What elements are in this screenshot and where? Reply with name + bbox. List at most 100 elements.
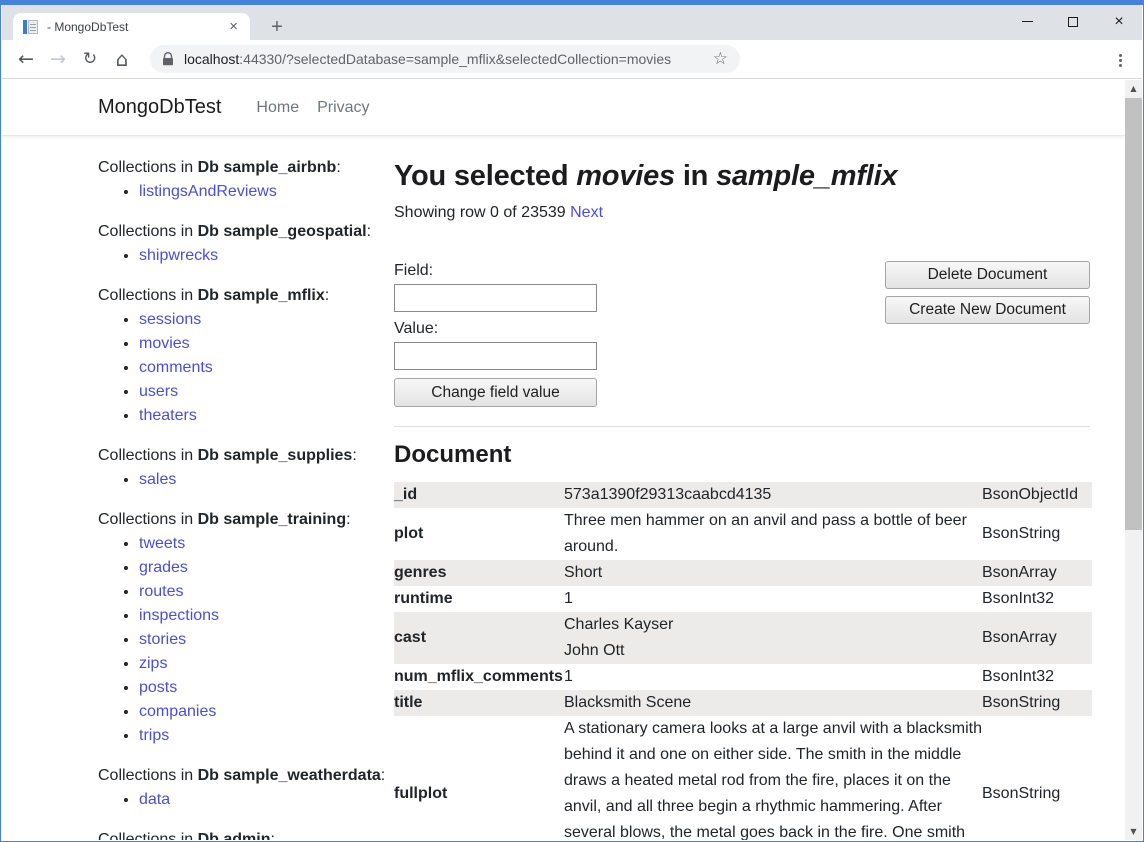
next-row-link[interactable]: Next bbox=[570, 204, 603, 221]
collection-list-item: inspections bbox=[139, 604, 394, 628]
collection-list-item: data bbox=[139, 788, 394, 812]
field-name-cell: title bbox=[394, 690, 564, 716]
document-row: _id 573a1390f29313caabcd4135 BsonObjectI… bbox=[394, 482, 1092, 508]
nav-link-privacy[interactable]: Privacy bbox=[308, 99, 378, 117]
collection-link[interactable]: comments bbox=[139, 359, 213, 376]
collections-section-heading: Collections in Db sample_geospatial: bbox=[98, 221, 394, 242]
document-heading: Document bbox=[394, 441, 1090, 469]
collection-link[interactable]: sales bbox=[139, 471, 176, 488]
field-type-cell: BsonInt32 bbox=[982, 586, 1092, 612]
field-input[interactable] bbox=[394, 284, 597, 312]
close-icon: × bbox=[1114, 14, 1123, 30]
scroll-up-icon[interactable]: ▲ bbox=[1125, 80, 1142, 97]
collection-link[interactable]: data bbox=[139, 791, 170, 808]
collections-list: shipwrecks bbox=[98, 244, 394, 268]
scroll-down-icon[interactable]: ▼ bbox=[1125, 823, 1142, 840]
collections-section: Collections in Db sample_weatherdata: da… bbox=[98, 765, 394, 812]
tab-close-icon[interactable]: × bbox=[227, 18, 240, 35]
collection-link[interactable]: tweets bbox=[139, 535, 185, 552]
document-row: num_mflix_comments 1 BsonInt32 bbox=[394, 664, 1092, 690]
reload-button[interactable]: ↻ bbox=[74, 43, 106, 75]
collection-link[interactable]: routes bbox=[139, 583, 183, 600]
bookmark-star-icon[interactable]: ☆ bbox=[713, 49, 728, 69]
change-field-value-button[interactable]: Change field value bbox=[394, 378, 597, 407]
pager-text: Showing row 0 of 23539 bbox=[394, 204, 566, 221]
collections-section: Collections in Db admin: bbox=[98, 829, 394, 840]
url-text: localhost:44330/?selectedDatabase=sample… bbox=[184, 51, 705, 67]
browser-window: - MongoDbTest × + × ← → ↻ ⌂ localhost:44… bbox=[0, 0, 1144, 842]
value-input[interactable] bbox=[394, 342, 597, 370]
collections-list: tweets grades routes inspections stories… bbox=[98, 532, 394, 748]
collection-link[interactable]: inspections bbox=[139, 607, 219, 624]
page-favicon-icon bbox=[23, 19, 39, 35]
collection-link[interactable]: posts bbox=[139, 679, 177, 696]
collection-list-item: zips bbox=[139, 652, 394, 676]
field-type-cell: BsonString bbox=[982, 508, 1092, 560]
row-pager: Showing row 0 of 23539 Next bbox=[394, 203, 1090, 222]
collection-link[interactable]: zips bbox=[139, 655, 167, 672]
document-row: fullplot A stationary camera looks at a … bbox=[394, 716, 1092, 840]
page-viewport: MongoDbTest Home Privacy Collections in … bbox=[2, 80, 1142, 840]
new-tab-button[interactable]: + bbox=[264, 14, 290, 40]
collection-list-item: tweets bbox=[139, 532, 394, 556]
collection-link[interactable]: shipwrecks bbox=[139, 247, 218, 264]
collection-list-item: stories bbox=[139, 628, 394, 652]
collection-link[interactable]: trips bbox=[139, 727, 169, 744]
collection-list-item: listingsAndReviews bbox=[139, 180, 394, 204]
home-button[interactable]: ⌂ bbox=[106, 43, 138, 75]
delete-document-button[interactable]: Delete Document bbox=[885, 261, 1090, 289]
minimize-button[interactable] bbox=[1004, 5, 1050, 38]
page-scrollbar[interactable]: ▲ ▼ bbox=[1125, 80, 1142, 840]
field-type-cell: BsonString bbox=[982, 690, 1092, 716]
collections-sidebar: Collections in Db sample_airbnb: listing… bbox=[98, 157, 394, 840]
collection-link[interactable]: grades bbox=[139, 559, 188, 576]
collection-list-item: trips bbox=[139, 724, 394, 748]
collection-link[interactable]: sessions bbox=[139, 311, 201, 328]
field-name-cell: num_mflix_comments bbox=[394, 664, 564, 690]
collections-section: Collections in Db sample_supplies: sales bbox=[98, 445, 394, 492]
address-bar[interactable]: localhost:44330/?selectedDatabase=sample… bbox=[150, 45, 740, 73]
nav-link-home[interactable]: Home bbox=[247, 99, 308, 117]
field-type-cell: BsonString bbox=[982, 716, 1092, 840]
collections-section-heading: Collections in Db sample_weatherdata: bbox=[98, 765, 394, 786]
lock-icon bbox=[162, 52, 174, 66]
collections-section: Collections in Db sample_mflix: sessions… bbox=[98, 285, 394, 428]
scrollbar-thumb[interactable] bbox=[1125, 98, 1142, 530]
tab-strip: - MongoDbTest × + × bbox=[2, 5, 1142, 40]
browser-menu-button[interactable] bbox=[1110, 50, 1130, 70]
collection-link[interactable]: listingsAndReviews bbox=[139, 183, 277, 200]
field-value-cell: 1 bbox=[564, 664, 982, 690]
field-type-cell: BsonObjectId bbox=[982, 482, 1092, 508]
field-name-cell: plot bbox=[394, 508, 564, 560]
collection-link[interactable]: companies bbox=[139, 703, 216, 720]
collection-link[interactable]: theaters bbox=[139, 407, 197, 424]
browser-tab[interactable]: - MongoDbTest × bbox=[13, 13, 250, 40]
maximize-button[interactable] bbox=[1050, 5, 1096, 38]
collections-section-heading: Collections in Db sample_mflix: bbox=[98, 285, 394, 306]
collections-section-heading: Collections in Db sample_airbnb: bbox=[98, 157, 394, 178]
collection-list-item: theaters bbox=[139, 404, 394, 428]
field-value-cell: Charles Kayser John Ott bbox=[564, 612, 982, 664]
back-button[interactable]: ← bbox=[10, 43, 42, 75]
forward-button[interactable]: → bbox=[42, 43, 74, 75]
field-type-cell: BsonArray bbox=[982, 612, 1092, 664]
create-new-document-button[interactable]: Create New Document bbox=[885, 296, 1090, 324]
collections-list: listingsAndReviews bbox=[98, 180, 394, 204]
collections-section-heading: Collections in Db sample_supplies: bbox=[98, 445, 394, 466]
edit-form: Field: Value: Change field value Delete … bbox=[394, 261, 1090, 407]
document-row: genres Short BsonArray bbox=[394, 560, 1092, 586]
collection-link[interactable]: movies bbox=[139, 335, 190, 352]
document-actions: Delete Document Create New Document bbox=[885, 261, 1090, 324]
tab-title: - MongoDbTest bbox=[47, 20, 227, 34]
collections-section: Collections in Db sample_airbnb: listing… bbox=[98, 157, 394, 204]
collections-list: sessions movies comments users theaters bbox=[98, 308, 394, 428]
collection-list-item: comments bbox=[139, 356, 394, 380]
maximize-icon bbox=[1068, 17, 1078, 27]
field-value-cell: Three men hammer on an anvil and pass a … bbox=[564, 508, 982, 560]
collection-link[interactable]: users bbox=[139, 383, 178, 400]
site-navbar: MongoDbTest Home Privacy bbox=[2, 80, 1125, 136]
close-button[interactable]: × bbox=[1096, 5, 1142, 38]
collection-link[interactable]: stories bbox=[139, 631, 186, 648]
collection-list-item: posts bbox=[139, 676, 394, 700]
navbar-brand[interactable]: MongoDbTest bbox=[98, 96, 221, 119]
